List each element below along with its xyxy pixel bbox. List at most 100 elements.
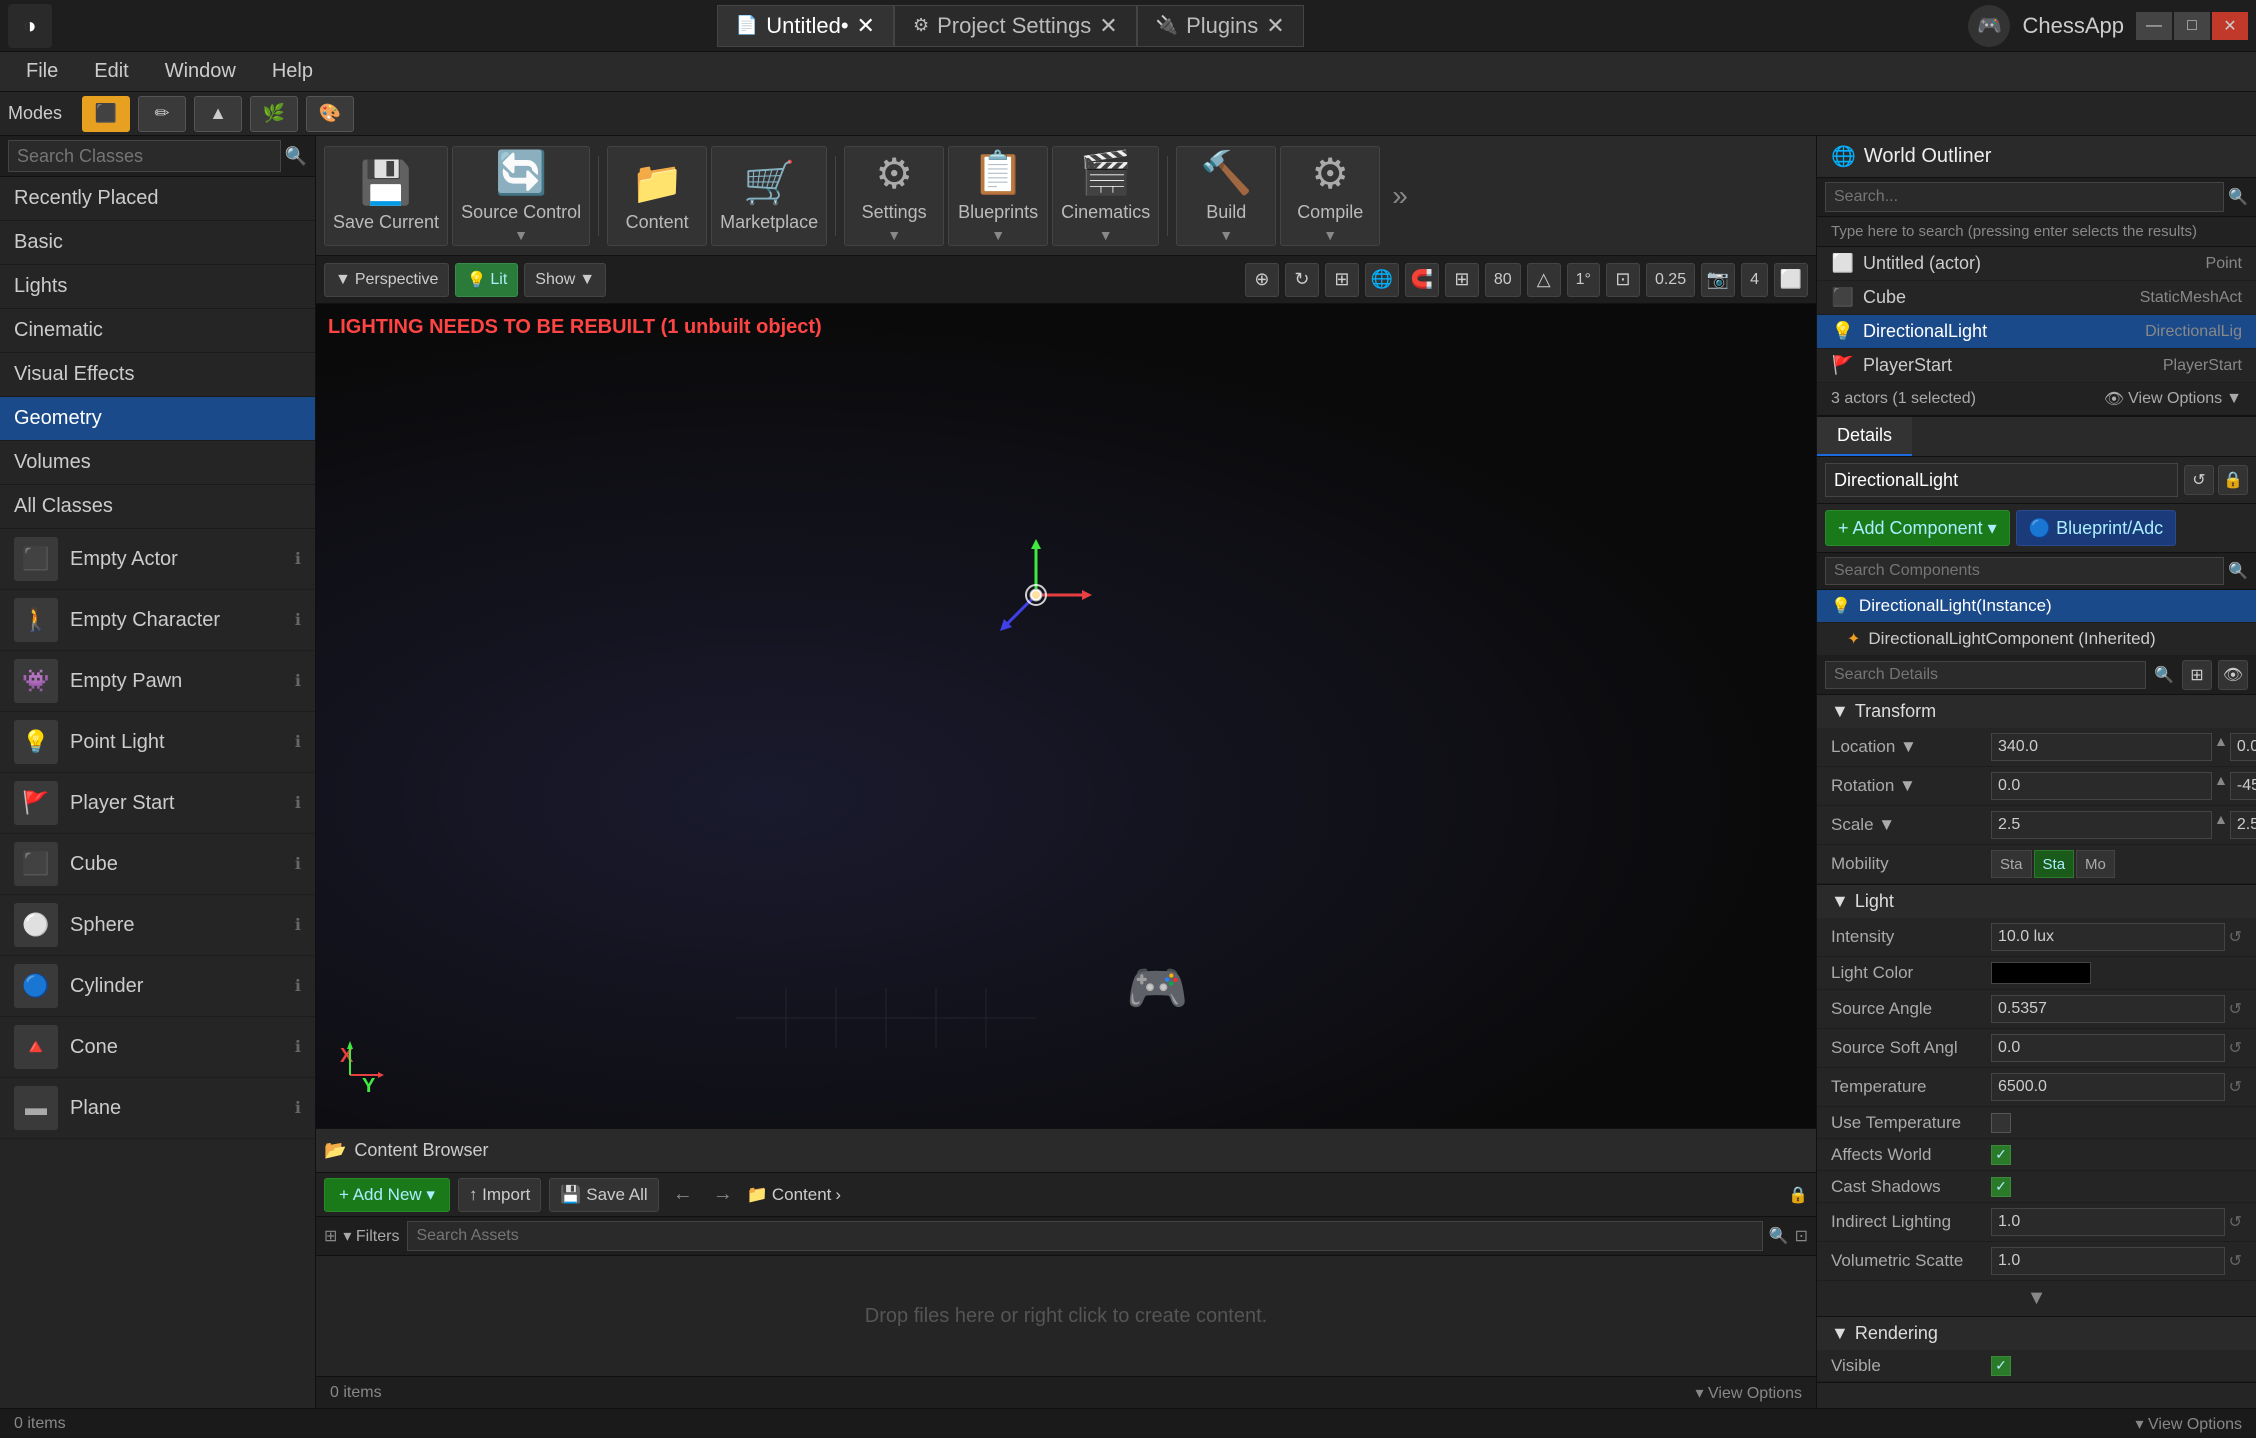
toolbar-source-control[interactable]: 🔄 Source Control ▼ xyxy=(452,146,590,246)
vp-scale-btn[interactable]: ⊞ xyxy=(1325,263,1359,297)
search-details-input[interactable] xyxy=(1825,661,2146,689)
category-lights[interactable]: Lights xyxy=(0,265,315,309)
vp-lit-dropdown[interactable]: 💡 Lit xyxy=(455,263,518,297)
vp-cam-btn[interactable]: 📷 xyxy=(1701,263,1735,297)
details-grid-view-btn[interactable]: ⊞ xyxy=(2182,660,2212,690)
mobility-movable-btn[interactable]: Mo xyxy=(2076,850,2115,878)
intensity-input[interactable] xyxy=(1991,923,2225,951)
tab-details[interactable]: Details xyxy=(1817,417,1912,456)
category-cinematic[interactable]: Cinematic xyxy=(0,309,315,353)
details-name-input[interactable] xyxy=(1825,463,2178,497)
component-directional-light-inherited[interactable]: ✦ DirectionalLightComponent (Inherited) xyxy=(1817,623,2256,656)
vp-rotate-btn[interactable]: ↻ xyxy=(1285,263,1319,297)
details-lock-btn[interactable]: 🔒 xyxy=(2218,465,2248,495)
category-all-classes[interactable]: All Classes xyxy=(0,485,315,529)
category-basic[interactable]: Basic xyxy=(0,221,315,265)
location-x-input[interactable] xyxy=(1991,733,2212,761)
blueprint-button[interactable]: 🔵 Blueprint/Adc xyxy=(2016,510,2176,546)
location-y-input[interactable] xyxy=(2230,733,2256,761)
actor-sphere[interactable]: ⚪ Sphere ℹ xyxy=(0,895,315,956)
vp-translate-btn[interactable]: ⊕ xyxy=(1245,263,1279,297)
tab-project-settings[interactable]: ⚙ Project Settings ✕ xyxy=(894,5,1137,47)
actor-empty-pawn[interactable]: 👾 Empty Pawn ℹ xyxy=(0,651,315,712)
actor-empty-actor[interactable]: ⬛ Empty Actor ℹ xyxy=(0,529,315,590)
menu-window[interactable]: Window xyxy=(147,56,254,87)
menu-edit[interactable]: Edit xyxy=(76,56,146,87)
nav-back-button[interactable]: ← xyxy=(667,1181,699,1208)
cb-view-options[interactable]: ▾ View Options xyxy=(1696,1383,1802,1403)
component-directional-light-instance[interactable]: 💡 DirectionalLight(Instance) xyxy=(1817,590,2256,623)
toolbar-compile[interactable]: ⚙ Compile ▼ xyxy=(1280,146,1380,246)
outliner-actor-editor[interactable]: ⬜ Untitled (actor) Point xyxy=(1817,247,2256,281)
tab-project-settings-close[interactable]: ✕ xyxy=(1099,13,1117,39)
toolbar-save-current[interactable]: 💾 Save Current xyxy=(324,146,448,246)
volumetric-scattering-input[interactable] xyxy=(1991,1247,2225,1275)
rotation-y-input[interactable] xyxy=(2230,772,2256,800)
save-all-button[interactable]: 💾 Save All xyxy=(549,1178,658,1212)
outliner-actor-cube[interactable]: ⬛ Cube StaticMeshAct xyxy=(1817,281,2256,315)
scale-y-input[interactable] xyxy=(2230,811,2256,839)
vp-scale2-btn[interactable]: ⊡ xyxy=(1606,263,1640,297)
menu-help[interactable]: Help xyxy=(254,56,331,87)
toolbar-build[interactable]: 🔨 Build ▼ xyxy=(1176,146,1276,246)
vp-angle-btn[interactable]: △ xyxy=(1527,263,1561,297)
source-soft-angle-reset-btn[interactable]: ↺ xyxy=(2229,1038,2242,1058)
vp-grid-btn[interactable]: ⊞ xyxy=(1445,263,1479,297)
use-temperature-checkbox[interactable] xyxy=(1991,1113,2011,1133)
tab-plugins-close[interactable]: ✕ xyxy=(1266,13,1284,39)
search-assets-input[interactable] xyxy=(407,1221,1762,1251)
mode-place[interactable]: ⬛ xyxy=(82,96,130,132)
mode-mesh-paint[interactable]: 🎨 xyxy=(306,96,354,132)
vp-show-dropdown[interactable]: Show ▼ xyxy=(524,263,606,297)
rendering-section-header[interactable]: ▼ Rendering xyxy=(1817,1317,2256,1350)
actor-cube[interactable]: ⬛ Cube ℹ xyxy=(0,834,315,895)
mobility-static-btn[interactable]: Sta xyxy=(1991,850,2032,878)
toolbar-settings[interactable]: ⚙ Settings ▼ xyxy=(844,146,944,246)
temperature-reset-btn[interactable]: ↺ xyxy=(2229,1077,2242,1097)
search-classes-input[interactable] xyxy=(8,140,281,172)
light-section-header[interactable]: ▼ Light xyxy=(1817,885,2256,918)
affects-world-checkbox[interactable]: ✓ xyxy=(1991,1145,2011,1165)
section-more-btn[interactable]: ▼ xyxy=(1817,1281,2256,1316)
scale-x-input[interactable] xyxy=(1991,811,2212,839)
nav-fwd-button[interactable]: → xyxy=(707,1181,739,1208)
intensity-reset-btn[interactable]: ↺ xyxy=(2229,927,2242,947)
source-angle-reset-btn[interactable]: ↺ xyxy=(2229,999,2242,1019)
search-components-input[interactable] xyxy=(1825,557,2224,585)
visible-checkbox[interactable]: ✓ xyxy=(1991,1356,2011,1376)
actor-player-start[interactable]: 🚩 Player Start ℹ xyxy=(0,773,315,834)
actor-empty-character[interactable]: 🚶 Empty Character ℹ xyxy=(0,590,315,651)
actor-cylinder[interactable]: 🔵 Cylinder ℹ xyxy=(0,956,315,1017)
outliner-view-options[interactable]: 👁 View Options ▼ xyxy=(2104,389,2242,409)
minimize-button[interactable]: — xyxy=(2136,12,2172,40)
light-color-swatch[interactable] xyxy=(1991,962,2091,984)
source-soft-angle-input[interactable] xyxy=(1991,1034,2225,1062)
toolbar-marketplace[interactable]: 🛒 Marketplace xyxy=(711,146,827,246)
viewport[interactable]: LIGHTING NEEDS TO BE REBUILT (1 unbuilt … xyxy=(316,304,1816,1128)
status-view-options[interactable]: ▾ View Options xyxy=(2136,1414,2242,1434)
toolbar-content[interactable]: 📁 Content xyxy=(607,146,707,246)
add-component-button[interactable]: + Add Component ▾ xyxy=(1825,510,2010,546)
mode-paint[interactable]: ✏ xyxy=(138,96,186,132)
add-new-button[interactable]: + Add New ▾ xyxy=(324,1178,450,1212)
cb-filter-button[interactable]: ▾ Filters xyxy=(343,1226,399,1246)
source-angle-input[interactable] xyxy=(1991,995,2225,1023)
close-button[interactable]: ✕ xyxy=(2212,12,2248,40)
category-volumes[interactable]: Volumes xyxy=(0,441,315,485)
vp-world-btn[interactable]: 🌐 xyxy=(1365,263,1399,297)
actor-cone[interactable]: 🔺 Cone ℹ xyxy=(0,1017,315,1078)
mobility-stationary-btn[interactable]: Sta xyxy=(2034,850,2075,878)
cast-shadows-checkbox[interactable]: ✓ xyxy=(1991,1177,2011,1197)
details-refresh-btn[interactable]: ↺ xyxy=(2184,465,2214,495)
tab-untitled[interactable]: 📄 Untitled• ✕ xyxy=(717,5,894,47)
category-recently-placed[interactable]: Recently Placed xyxy=(0,177,315,221)
outliner-actor-player-start[interactable]: 🚩 PlayerStart PlayerStart xyxy=(1817,349,2256,383)
import-button[interactable]: ↑ Import xyxy=(458,1178,541,1212)
toolbar-cinematics[interactable]: 🎬 Cinematics ▼ xyxy=(1052,146,1159,246)
mode-foliage[interactable]: 🌿 xyxy=(250,96,298,132)
menu-file[interactable]: File xyxy=(8,56,76,87)
maximize-button[interactable]: □ xyxy=(2174,12,2210,40)
tab-untitled-close[interactable]: ✕ xyxy=(857,13,875,39)
vp-maximize-btn[interactable]: ⬜ xyxy=(1774,263,1808,297)
category-geometry[interactable]: Geometry xyxy=(0,397,315,441)
